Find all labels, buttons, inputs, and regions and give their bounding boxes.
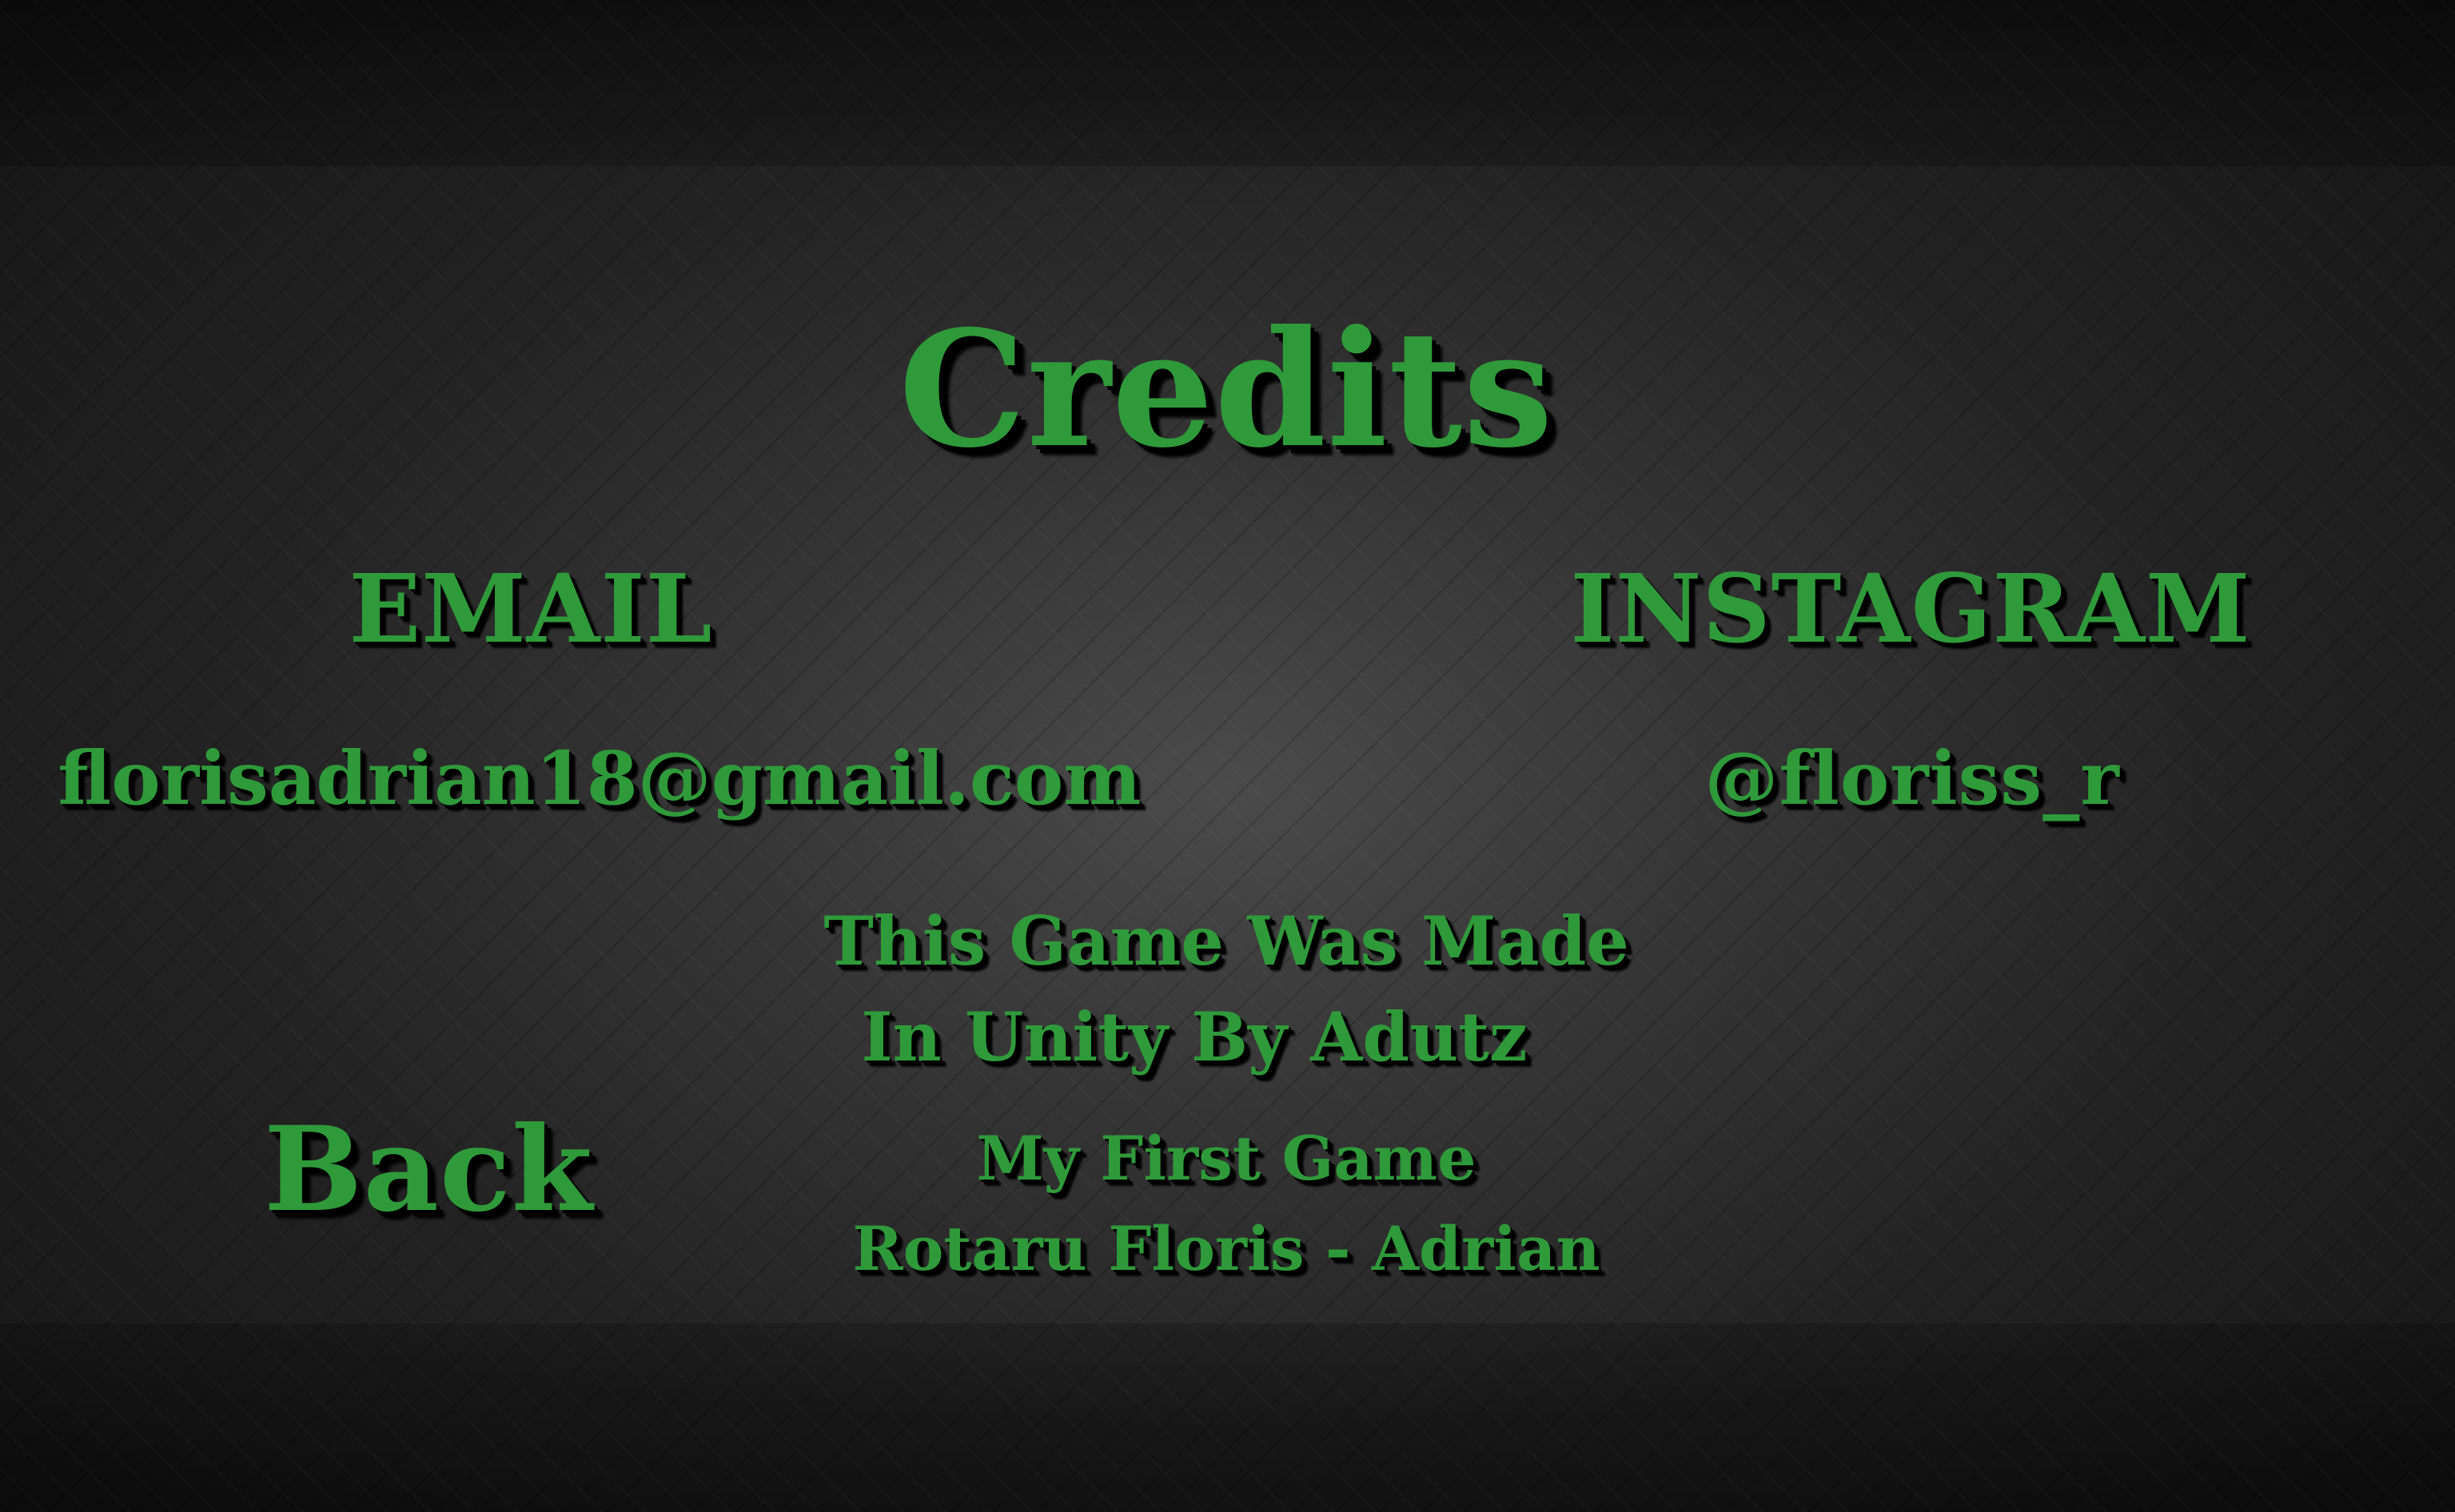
bottom-letterbox-band bbox=[0, 1323, 2455, 1512]
back-button[interactable]: Back bbox=[264, 1101, 593, 1238]
credits-title: Credits bbox=[899, 296, 1554, 483]
top-letterbox-band bbox=[0, 0, 2455, 166]
made-with-line-1: This Game Was Made bbox=[823, 901, 1629, 981]
instagram-handle: @floriss_r bbox=[1704, 735, 2120, 822]
made-with-line-2: In Unity By Adutz bbox=[861, 997, 1528, 1076]
email-address: florisadrian18@gmail.com bbox=[58, 735, 1142, 822]
credits-screen: Credits EMAIL INSTAGRAM florisadrian18@g… bbox=[0, 0, 2455, 1512]
first-game-caption: My First Game bbox=[976, 1123, 1477, 1194]
instagram-heading: INSTAGRAM bbox=[1570, 553, 2251, 664]
email-heading: EMAIL bbox=[349, 553, 713, 664]
author-name: Rotaru Floris - Adrian bbox=[852, 1213, 1600, 1284]
